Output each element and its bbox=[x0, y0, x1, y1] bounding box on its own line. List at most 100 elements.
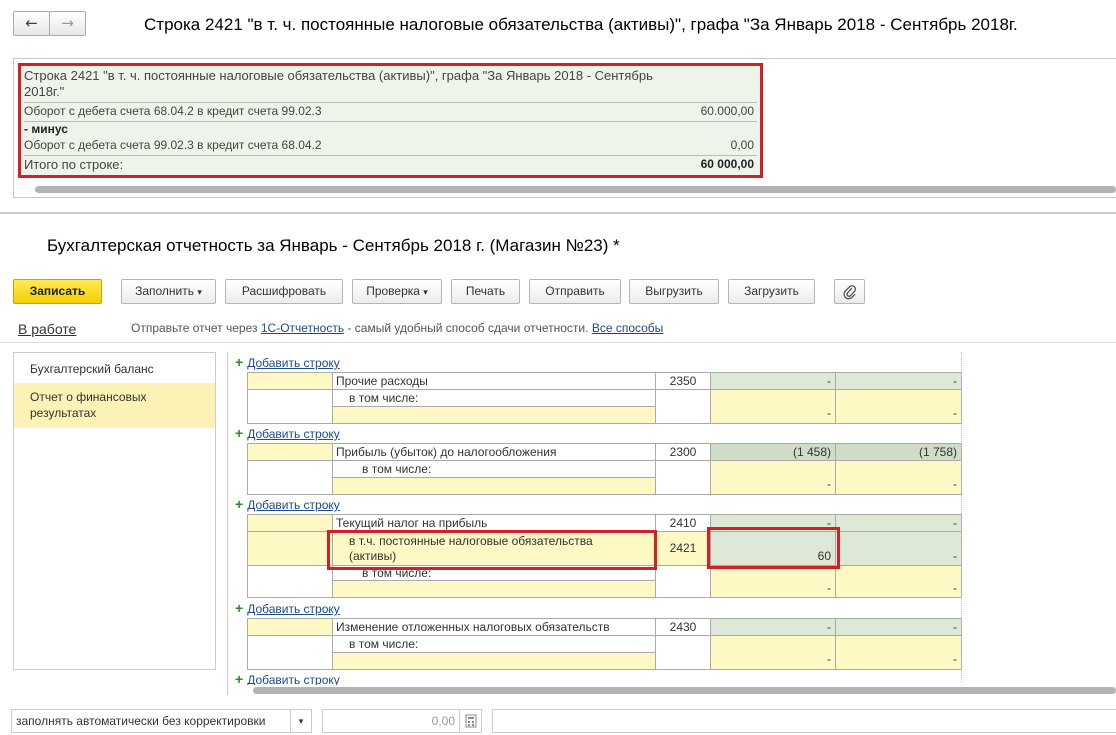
calculator-icon bbox=[465, 714, 477, 728]
decode-minus-label: - минус bbox=[24, 122, 68, 136]
print-button[interactable]: Печать bbox=[451, 279, 520, 304]
value-cell-2430-sub-current[interactable]: - bbox=[710, 635, 836, 670]
row-code-cell bbox=[655, 635, 711, 670]
save-button[interactable]: Записать bbox=[13, 279, 102, 304]
import-button[interactable]: Загрузить bbox=[728, 279, 815, 304]
send-button[interactable]: Отправить bbox=[529, 279, 621, 304]
row-prefix-cell[interactable] bbox=[247, 531, 333, 566]
send-hint: Отправьте отчет через 1С-Отчетность - са… bbox=[131, 321, 663, 335]
calculator-button[interactable] bbox=[459, 709, 482, 733]
add-row-label: Добавить строку bbox=[247, 427, 340, 441]
value-cell-2421-sub-previous[interactable]: - bbox=[835, 565, 962, 598]
add-row-label: Добавить строку bbox=[247, 498, 340, 512]
row-prefix-cell bbox=[247, 565, 333, 598]
fill-button[interactable]: Заполнить ▾ bbox=[121, 279, 216, 304]
row-prefix-cell[interactable] bbox=[247, 372, 333, 390]
value-cell-2300-previous[interactable]: (1 758) bbox=[835, 443, 962, 461]
value-cell-2300-current[interactable]: (1 458) bbox=[710, 443, 836, 461]
value-cell-2300-sub-previous[interactable]: - bbox=[835, 460, 962, 495]
value-cell-2410-previous[interactable]: - bbox=[835, 514, 962, 532]
row-sub-input-2300[interactable] bbox=[332, 477, 656, 495]
row-label-2300: Прибыль (убыток) до налогообложения bbox=[332, 443, 656, 461]
status-link[interactable]: В работе bbox=[18, 321, 76, 337]
horizontal-scrollbar[interactable] bbox=[35, 186, 1116, 193]
status-divider bbox=[0, 342, 1116, 343]
add-row-link[interactable]: + Добавить строку bbox=[235, 671, 340, 685]
row-code-2430: 2430 bbox=[655, 618, 711, 636]
export-button[interactable]: Выгрузить bbox=[629, 279, 719, 304]
decode-header-line1: Строка 2421 "в т. ч. постоянные налоговы… bbox=[24, 68, 653, 83]
forward-button[interactable]: → bbox=[49, 11, 86, 36]
value-cell-2430-previous[interactable]: - bbox=[835, 618, 962, 636]
value-cell-2430-current[interactable]: - bbox=[710, 618, 836, 636]
highlight-value-2421 bbox=[707, 527, 840, 569]
row-code-cell bbox=[655, 460, 711, 495]
row-code-2350: 2350 bbox=[655, 372, 711, 390]
row-label-2350: Прочие расходы bbox=[332, 372, 656, 390]
check-button[interactable]: Проверка ▾ bbox=[352, 279, 442, 304]
row-label-2430: Изменение отложенных налоговых обязатель… bbox=[332, 618, 656, 636]
row-code-cell bbox=[655, 389, 711, 424]
chevron-down-icon[interactable]: ▾ bbox=[290, 709, 312, 733]
plus-icon: + bbox=[235, 354, 244, 370]
amount-field[interactable]: 0,00 bbox=[322, 709, 460, 733]
1c-reporting-link[interactable]: 1С-Отчетность bbox=[261, 321, 344, 335]
row-prefix-cell[interactable] bbox=[247, 618, 333, 636]
plus-icon: + bbox=[235, 496, 244, 512]
window-title: Строка 2421 "в т. ч. постоянные налоговы… bbox=[144, 15, 1018, 34]
row-prefix-cell[interactable] bbox=[247, 443, 333, 461]
row-code-2300: 2300 bbox=[655, 443, 711, 461]
chevron-down-icon: ▾ bbox=[197, 287, 202, 297]
value-cell-2350-previous[interactable]: - bbox=[835, 372, 962, 390]
row-code-2421: 2421 bbox=[655, 531, 711, 566]
plus-icon: + bbox=[235, 600, 244, 616]
add-row-label: Добавить строку bbox=[247, 673, 340, 685]
row-sub-input-2430[interactable] bbox=[332, 652, 656, 670]
hint-prefix: Отправьте отчет через bbox=[131, 321, 258, 335]
panel-splitter[interactable] bbox=[0, 212, 1116, 214]
report-sections-list: Бухгалтерский баланс Отчет о финансовых … bbox=[13, 352, 216, 670]
value-cell-2350-sub-previous[interactable]: - bbox=[835, 389, 962, 424]
paperclip-icon bbox=[842, 285, 856, 300]
chevron-down-icon: ▾ bbox=[423, 287, 428, 297]
add-row-label: Добавить строку bbox=[247, 602, 340, 616]
decode-header-line2: 2018г." bbox=[24, 84, 65, 99]
row-sub-label-2350: в том числе: bbox=[332, 389, 656, 407]
add-row-label: Добавить строку bbox=[247, 356, 340, 370]
check-button-label: Проверка bbox=[366, 284, 420, 298]
value-cell-2421-sub-current[interactable]: - bbox=[710, 565, 836, 598]
decode-total-value: 60 000,00 bbox=[700, 157, 754, 171]
value-cell-2350-current[interactable]: - bbox=[710, 372, 836, 390]
all-methods-link[interactable]: Все способы bbox=[592, 321, 664, 335]
fill-mode-select[interactable]: заполнять автоматически без корректировк… bbox=[11, 709, 291, 733]
row-sub-input-2421[interactable] bbox=[332, 580, 656, 598]
section-financial-results[interactable]: Отчет о финансовых результатах bbox=[14, 383, 215, 428]
add-row-link[interactable]: + Добавить строку bbox=[235, 496, 340, 512]
decode-row2-value: 0,00 bbox=[730, 138, 754, 152]
back-button[interactable]: ← bbox=[13, 11, 50, 36]
value-cell-2421-previous[interactable]: - bbox=[835, 531, 962, 566]
fill-button-label: Заполнить bbox=[135, 284, 195, 298]
highlight-label-2421 bbox=[327, 530, 657, 570]
page-edge-guide bbox=[961, 352, 962, 682]
add-row-link[interactable]: + Добавить строку bbox=[235, 354, 340, 370]
row-prefix-cell[interactable] bbox=[247, 514, 333, 532]
value-cell-2300-sub-current[interactable]: - bbox=[710, 460, 836, 495]
section-balance[interactable]: Бухгалтерский баланс bbox=[14, 359, 215, 379]
row-sub-label-2300: в том числе: bbox=[332, 460, 656, 478]
row-prefix-cell bbox=[247, 389, 333, 424]
hint-middle: - самый удобный способ сдачи отчетности. bbox=[347, 321, 589, 335]
attach-button[interactable] bbox=[834, 279, 865, 304]
form-horizontal-scrollbar[interactable] bbox=[253, 687, 1116, 694]
row-prefix-cell bbox=[247, 460, 333, 495]
divider bbox=[24, 102, 757, 103]
value-cell-2350-sub-current[interactable]: - bbox=[710, 389, 836, 424]
add-row-link[interactable]: + Добавить строку bbox=[235, 425, 340, 441]
decode-button[interactable]: Расшифровать bbox=[225, 279, 343, 304]
row-sub-input-2350[interactable] bbox=[332, 406, 656, 424]
divider bbox=[24, 155, 757, 156]
comment-field[interactable] bbox=[492, 709, 1116, 733]
value-cell-2430-sub-previous[interactable]: - bbox=[835, 635, 962, 670]
add-row-link[interactable]: + Добавить строку bbox=[235, 600, 340, 616]
row-code-2410: 2410 bbox=[655, 514, 711, 532]
